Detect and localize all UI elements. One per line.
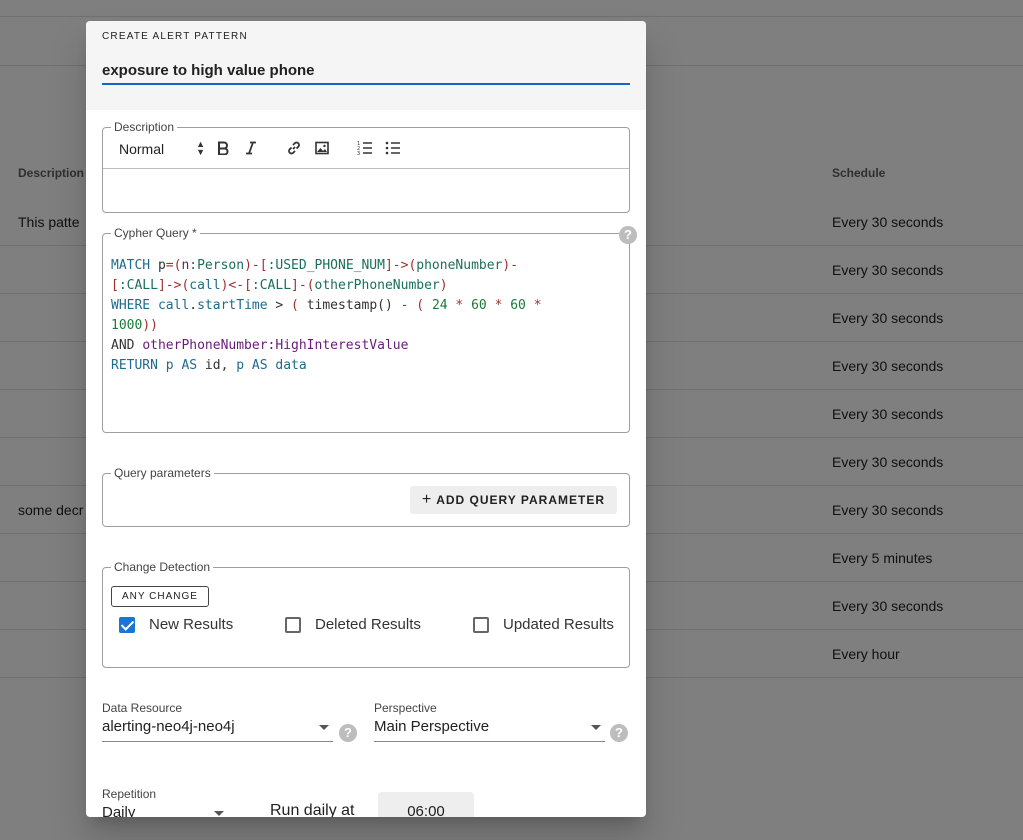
change-detection-section: Change Detection ANY CHANGE New Results … — [102, 560, 630, 668]
description-text-area[interactable] — [103, 170, 629, 212]
format-select-value: Normal — [119, 141, 165, 157]
data-resource-label: Data Resource — [102, 701, 183, 715]
run-daily-label: Run daily at — [270, 802, 355, 817]
cypher-query-editor[interactable]: Cypher Query * MATCH p=(n:Person)-[:USED… — [102, 226, 630, 433]
deleted-results-checkbox[interactable] — [285, 616, 301, 633]
image-icon[interactable] — [313, 139, 331, 157]
updated-results-label: Updated Results — [503, 616, 614, 633]
new-results-checkbox[interactable] — [119, 616, 135, 633]
any-change-chip[interactable]: ANY CHANGE — [111, 586, 209, 607]
dropdown-arrow-icon — [214, 811, 224, 816]
dropdown-arrow-icon — [319, 725, 329, 730]
updated-results-checkbox[interactable] — [473, 616, 489, 633]
updated-results-option[interactable]: Updated Results — [473, 616, 614, 633]
data-resource-select[interactable]: alerting-neo4j-neo4j — [102, 718, 333, 742]
dropdown-arrow-icon — [591, 725, 601, 730]
cypher-help-icon[interactable]: ? — [619, 226, 637, 244]
deleted-results-option[interactable]: Deleted Results — [285, 616, 421, 633]
bullet-list-icon[interactable] — [384, 139, 402, 157]
plus-icon: + — [421, 491, 433, 508]
perspective-select[interactable]: Main Perspective — [374, 718, 605, 742]
deleted-results-label: Deleted Results — [315, 616, 421, 633]
add-query-parameter-label: ADD QUERY PARAMETER — [436, 493, 605, 507]
editor-toolbar: Normal ▲ ▼ 123 — [103, 128, 629, 169]
query-parameters-label: Query parameters — [111, 466, 214, 480]
query-parameters-section: Query parameters + ADD QUERY PARAMETER — [102, 466, 630, 527]
repetition-select[interactable]: Daily — [102, 804, 228, 817]
perspective-label: Perspective — [374, 701, 437, 715]
description-editor: Description Normal ▲ ▼ 123 — [102, 120, 630, 213]
link-icon[interactable] — [285, 139, 303, 157]
repetition-value: Daily — [102, 804, 136, 817]
cypher-query-label: Cypher Query * — [111, 226, 200, 240]
format-select[interactable]: Normal ▲ ▼ — [119, 139, 205, 158]
data-resource-help-icon[interactable]: ? — [339, 724, 357, 742]
new-results-option[interactable]: New Results — [119, 616, 233, 633]
repetition-label: Repetition — [102, 787, 157, 801]
new-results-label: New Results — [149, 616, 234, 633]
perspective-help-icon[interactable]: ? — [610, 724, 628, 742]
cypher-code[interactable]: MATCH p=(n:Person)-[:USED_PHONE_NUM]->(p… — [111, 256, 611, 376]
change-detection-label: Change Detection — [111, 560, 214, 574]
pattern-name-input[interactable] — [102, 57, 630, 85]
italic-icon[interactable] — [242, 139, 260, 157]
ordered-list-icon[interactable]: 123 — [356, 139, 374, 157]
svg-text:3: 3 — [357, 151, 360, 156]
dialog-title: CREATE ALERT PATTERN — [102, 31, 248, 42]
bold-icon[interactable] — [214, 139, 232, 157]
run-daily-time-input[interactable]: 06:00 — [378, 792, 474, 817]
updown-arrow-icon: ▲ ▼ — [196, 139, 205, 157]
create-alert-pattern-dialog: CREATE ALERT PATTERN Description Normal … — [86, 21, 646, 817]
perspective-value: Main Perspective — [374, 718, 490, 735]
add-query-parameter-button[interactable]: + ADD QUERY PARAMETER — [409, 486, 617, 514]
data-resource-value: alerting-neo4j-neo4j — [102, 718, 235, 735]
dialog-header: CREATE ALERT PATTERN — [86, 21, 646, 110]
